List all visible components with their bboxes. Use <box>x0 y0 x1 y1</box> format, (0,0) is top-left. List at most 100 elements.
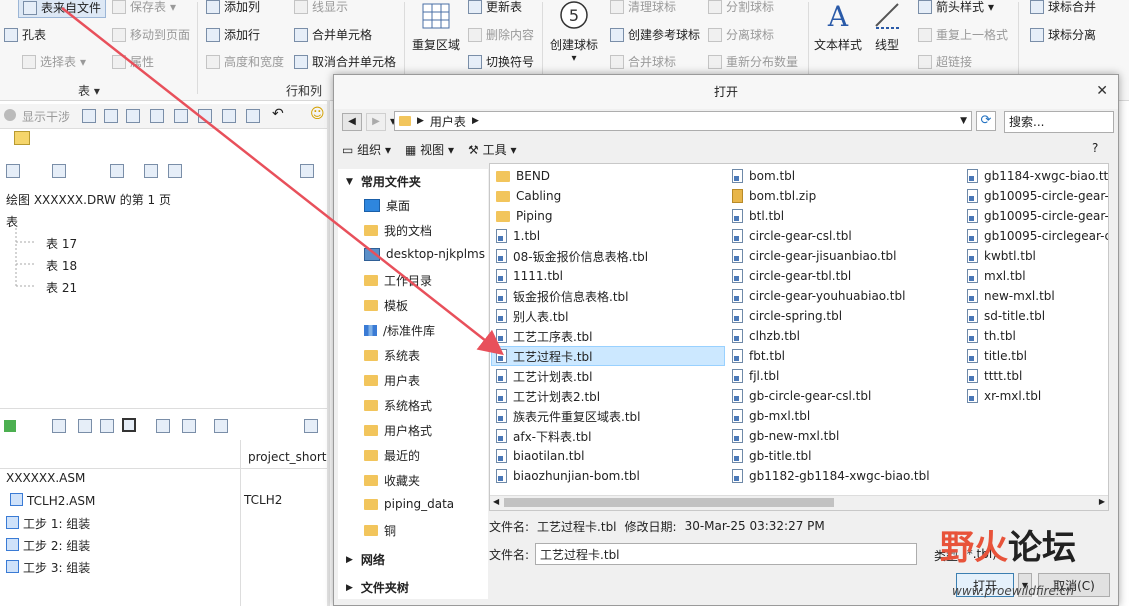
file-item[interactable]: kwbtl.tbl <box>967 247 1036 265</box>
file-item[interactable]: circle-gear-youhuabiao.tbl <box>732 287 905 305</box>
tree-settings-icon[interactable] <box>78 419 92 433</box>
file-item[interactable]: title.tbl <box>967 347 1027 365</box>
back-icon[interactable]: ◀ <box>342 113 362 131</box>
separate-balloon-button[interactable]: 分离球标 <box>708 26 774 43</box>
file-item[interactable]: gb10095-circlegear-c <box>967 227 1108 245</box>
file-item[interactable]: circle-gear-tbl.tbl <box>732 267 851 285</box>
hole-table-button[interactable]: 孔表 <box>4 26 46 43</box>
smiley-icon[interactable]: ☺ <box>310 106 325 122</box>
file-item[interactable]: fjl.tbl <box>732 367 779 385</box>
model-tree-row[interactable]: XXXXXX.ASM <box>6 471 85 485</box>
file-item[interactable]: circle-spring.tbl <box>732 307 842 325</box>
open-icon[interactable] <box>104 109 118 123</box>
display-icon[interactable] <box>182 419 196 433</box>
text-style-button[interactable]: A 文本样式 <box>814 0 862 53</box>
select-table-button[interactable]: 选择表 ▾ <box>22 53 86 70</box>
draft-grid-icon[interactable] <box>144 164 158 178</box>
model-tree-row[interactable]: 工步 2: 组装 <box>6 537 90 554</box>
file-item[interactable]: afx-下料表.tbl <box>496 427 591 445</box>
file-item[interactable]: gb-new-mxl.tbl <box>732 427 839 445</box>
arrow-style-button[interactable]: 箭头样式 ▾ <box>918 0 994 15</box>
folder-item[interactable]: BEND <box>496 167 550 185</box>
file-item[interactable]: gb-circle-gear-csl.tbl <box>732 387 871 405</box>
merge-cells-button[interactable]: 合并单元格 <box>294 26 372 43</box>
address-bar[interactable]: ▶ 用户表 ▶ ▼ <box>394 111 972 131</box>
file-item[interactable]: gb-mxl.tbl <box>732 407 810 425</box>
file-item[interactable]: 别人表.tbl <box>496 307 568 325</box>
file-item[interactable]: fbt.tbl <box>732 347 785 365</box>
drawing-tree-table-item[interactable]: 表 17 <box>46 235 77 252</box>
file-item[interactable]: 工艺计划表.tbl <box>496 367 592 385</box>
columns-icon[interactable] <box>100 419 114 433</box>
sidebar-item[interactable]: /标准件库 <box>364 322 435 339</box>
expand-icon[interactable] <box>300 164 314 178</box>
file-item-selected[interactable]: 工艺过程卡.tbl <box>491 346 725 366</box>
file-item[interactable]: circle-gear-csl.tbl <box>732 227 852 245</box>
search-input[interactable]: 搜索... <box>1004 111 1114 133</box>
horizontal-scrollbar[interactable]: ◀ ▶ <box>490 495 1108 510</box>
file-item[interactable]: gb10095-circle-gear- <box>967 187 1108 205</box>
clear-balloon-button[interactable]: 清理球标 <box>610 0 676 15</box>
sidebar-item[interactable]: 桌面 <box>364 197 410 214</box>
sidebar-item[interactable]: 模板 <box>364 297 408 314</box>
views-menu[interactable]: ▦ 视图 ▾ <box>405 141 454 158</box>
layers-icon[interactable] <box>214 419 228 433</box>
file-item[interactable]: new-mxl.tbl <box>967 287 1055 305</box>
sidebar-item[interactable]: 系统格式 <box>364 397 432 414</box>
file-item[interactable]: mxl.tbl <box>967 267 1026 285</box>
regenerate-icon[interactable] <box>198 109 212 123</box>
delete-content-button[interactable]: 删除内容 <box>468 26 534 43</box>
erase-icon[interactable] <box>174 109 188 123</box>
folder-tree-header[interactable]: ▶ 文件夹树 <box>346 579 409 596</box>
scroll-left-icon[interactable]: ◀ <box>493 497 499 506</box>
file-item[interactable]: th.tbl <box>967 327 1016 345</box>
sidebar-item[interactable]: 用户表 <box>364 372 420 389</box>
tree-settings-icon[interactable] <box>52 164 66 178</box>
sidebar-item[interactable]: desktop-njkplms <box>364 247 485 261</box>
sidebar-item[interactable]: 系统表 <box>364 347 420 364</box>
file-item[interactable]: biaotilan.tbl <box>496 447 584 465</box>
filter-icon[interactable] <box>52 419 66 433</box>
file-item[interactable]: gb1182-gb1184-xwgc-biao.tbl <box>732 467 930 485</box>
unmerge-cells-button[interactable]: 取消合并单元格 <box>294 53 396 70</box>
split-balloon-button[interactable]: 分割球标 <box>708 0 774 15</box>
sort-icon[interactable] <box>156 419 170 433</box>
show-steps-label[interactable]: 显示干涉 <box>22 108 70 125</box>
line-type-button[interactable]: 线型 <box>872 0 902 53</box>
layer-tree-icon[interactable] <box>14 131 30 145</box>
balloon-separate-button[interactable]: 球标分离 <box>1030 26 1096 43</box>
save-table-button[interactable]: 保存表 ▾ <box>112 0 176 15</box>
help-icon[interactable]: ? <box>1092 141 1098 155</box>
network-header[interactable]: ▶ 网络 <box>346 551 385 568</box>
file-item[interactable]: xr-mxl.tbl <box>967 387 1041 405</box>
save-icon[interactable] <box>126 109 140 123</box>
create-ref-balloon-button[interactable]: 创建参考球标 <box>610 26 700 43</box>
repeat-region-button[interactable]: 重复区域 <box>412 2 460 53</box>
file-item[interactable]: gb1184-xwgc-biao.tt <box>967 167 1108 185</box>
line-display-button[interactable]: 线显示 <box>294 0 348 15</box>
move-to-page-button[interactable]: 移动到页面 <box>112 26 190 43</box>
redistribute-qty-button[interactable]: 重新分布数量 <box>708 53 798 70</box>
window-icon[interactable] <box>222 109 236 123</box>
close-icon[interactable]: ✕ <box>1096 83 1108 99</box>
balloon-merge-button[interactable]: 球标合并 <box>1030 0 1096 15</box>
file-item[interactable]: gb-title.tbl <box>732 447 812 465</box>
common-folders-header[interactable]: ▼ 常用文件夹 <box>346 173 421 190</box>
table-from-file-button[interactable]: 表来自文件 <box>18 0 107 18</box>
tools-menu[interactable]: ⚒ 工具 ▾ <box>468 141 516 158</box>
file-item[interactable]: bom.tbl <box>732 167 795 185</box>
text-icon[interactable] <box>246 109 260 123</box>
file-item[interactable]: 钣金报价信息表格.tbl <box>496 287 628 305</box>
add-row-button[interactable]: 添加行 <box>206 26 260 43</box>
refresh-icon[interactable]: ⟳ <box>976 111 996 131</box>
organize-menu[interactable]: ▭ 组织 ▾ <box>342 141 391 158</box>
show-icon[interactable] <box>6 164 20 178</box>
panel-splitter[interactable] <box>327 100 330 606</box>
save-copy-icon[interactable] <box>150 109 164 123</box>
file-item[interactable]: btl.tbl <box>732 207 784 225</box>
sidebar-item[interactable]: 最近的 <box>364 447 420 464</box>
model-icon[interactable] <box>4 420 16 432</box>
table-view-icon[interactable] <box>122 418 136 432</box>
file-item[interactable]: gb10095-circle-gear- <box>967 207 1108 225</box>
undo-icon[interactable]: ↶ <box>272 106 284 122</box>
